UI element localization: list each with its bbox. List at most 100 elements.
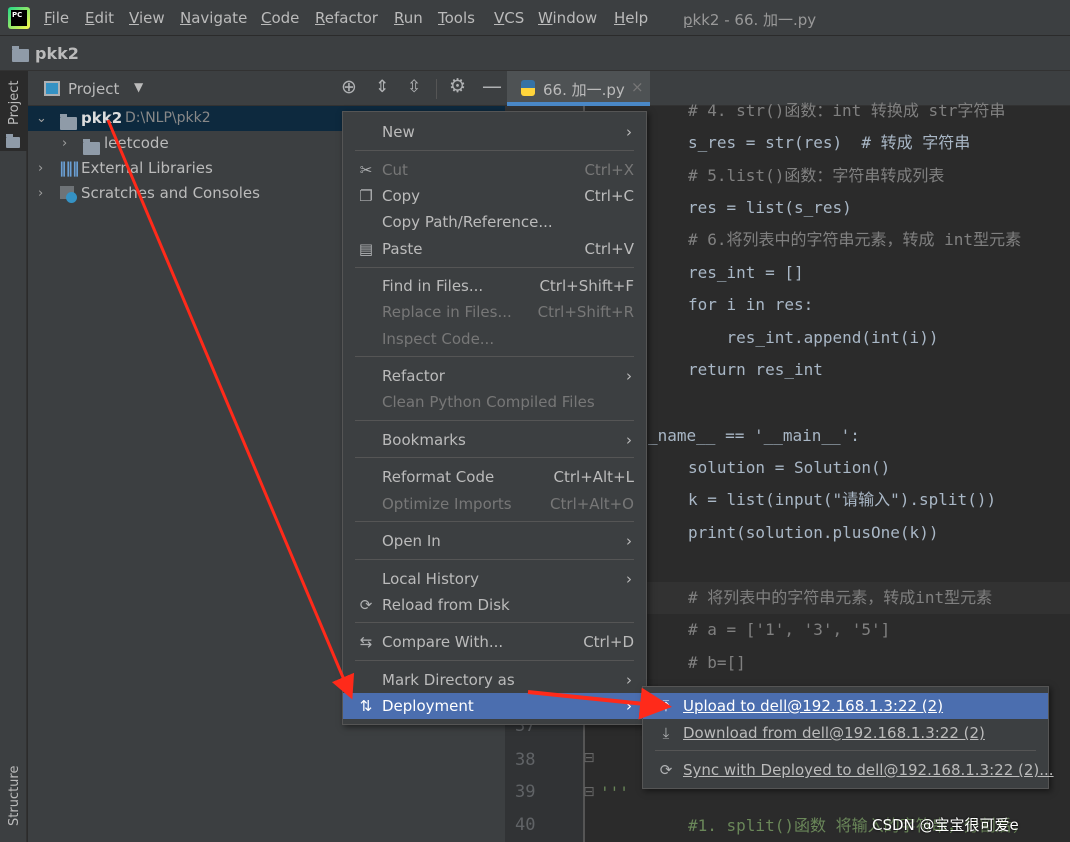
structure-tool-button[interactable]: Structure xyxy=(0,760,27,842)
menu-item-label: Reformat Code xyxy=(382,468,495,486)
code-line: print(solution.plusOne(k)) xyxy=(688,523,939,542)
menu-view[interactable]: View xyxy=(129,9,165,27)
menu-item-optimize-imports[interactable]: Optimize Imports Ctrl+Alt+O xyxy=(343,491,646,517)
code-line: res_int = [] xyxy=(688,263,804,282)
navigation-bar: pkk2 xyxy=(0,36,1070,71)
menu-item-clean-python-compiled-files[interactable]: Clean Python Compiled Files xyxy=(343,389,646,415)
tree-label: External Libraries xyxy=(81,159,213,177)
menu-refactor[interactable]: Refactor xyxy=(315,9,378,27)
code-line: s_res = str(res) # 转成 字符串 xyxy=(688,133,971,152)
close-icon[interactable]: × xyxy=(631,78,644,96)
shortcut-label: Ctrl+Shift+F xyxy=(539,277,634,295)
menu-item-bookmarks[interactable]: Bookmarks › xyxy=(343,427,646,453)
code-line: res = list(s_res) xyxy=(688,198,852,217)
project-tool-label: Project xyxy=(7,80,22,125)
tree-label: pkk2 xyxy=(81,109,123,127)
fold-icon[interactable]: ⊟ xyxy=(583,750,595,766)
upload-icon: ⤒ xyxy=(662,697,670,715)
project-view-selector[interactable]: Project xyxy=(68,80,119,98)
tree-label: leetcode xyxy=(104,134,169,152)
project-view-icon xyxy=(44,81,60,96)
menu-help[interactable]: Help xyxy=(614,9,648,27)
menu-item-label: Upload to dell@192.168.1.3:22 (2) xyxy=(683,697,944,715)
menu-item-new[interactable]: New › xyxy=(343,119,646,145)
reload-icon: ⟳ xyxy=(359,596,373,614)
menu-item-label: Inspect Code... xyxy=(382,330,495,348)
menu-file[interactable]: File xyxy=(44,9,69,27)
menu-item-label: Open In xyxy=(382,532,441,550)
menu-item-label: Reload from Disk xyxy=(382,596,510,614)
structure-tool-label: Structure xyxy=(7,765,22,826)
chevron-right-icon: › xyxy=(626,671,632,689)
tab-66-py[interactable]: 66. 加一.py × xyxy=(507,71,650,106)
menu-item-label: Deployment xyxy=(382,697,474,715)
menu-item-label: Cut xyxy=(382,161,408,179)
gear-icon[interactable]: ⚙ xyxy=(449,75,466,97)
menu-code[interactable]: Code xyxy=(261,9,299,27)
menu-item-copy[interactable]: ❐ Copy Ctrl+C xyxy=(343,183,646,209)
menu-navigate[interactable]: Navigate xyxy=(180,9,247,27)
locate-icon[interactable]: ⊕ xyxy=(341,76,357,98)
divider xyxy=(436,79,437,99)
menu-item-label: Replace in Files... xyxy=(382,303,512,321)
shortcut-label: Ctrl+Alt+O xyxy=(550,495,634,513)
menu-item-label: Download from dell@192.168.1.3:22 (2) xyxy=(683,724,985,742)
chevron-right-icon: › xyxy=(626,532,632,550)
paste-icon: ▤ xyxy=(358,240,374,258)
collapse-all-icon[interactable]: ⇳ xyxy=(407,77,421,97)
menu-separator xyxy=(355,267,634,268)
breadcrumb-project[interactable]: pkk2 xyxy=(35,44,79,63)
menu-item-sync-with-deployed-to-dell-192-168-1-3-22-2[interactable]: ⟳ Sync with Deployed to dell@192.168.1.3:… xyxy=(643,757,1054,783)
menu-vcs[interactable]: VCS xyxy=(494,9,524,27)
menu-item-reload-from-disk[interactable]: ⟳ Reload from Disk xyxy=(343,592,646,618)
menu-run[interactable]: Run xyxy=(394,9,423,27)
menu-item-refactor[interactable]: Refactor › xyxy=(343,363,646,389)
menu-item-compare-with[interactable]: ⇆ Compare With... Ctrl+D xyxy=(343,629,646,655)
menu-item-paste[interactable]: ▤ Paste Ctrl+V xyxy=(343,236,646,262)
menu-item-local-history[interactable]: Local History › xyxy=(343,566,646,592)
code-line: # 4. str()函数：int 转换成 str字符串 xyxy=(688,101,1006,120)
menu-separator xyxy=(355,457,634,458)
menu-item-label: Copy Path/Reference... xyxy=(382,213,553,231)
menu-item-label: Refactor xyxy=(382,367,445,385)
code-line: _name__ == '__main__': xyxy=(648,426,860,445)
compare-icon: ⇆ xyxy=(359,633,373,651)
project-panel-header: Project ▼ ⊕ ⇕ ⇳ ⚙ — xyxy=(28,71,505,106)
chevron-down-icon[interactable]: ▼ xyxy=(134,80,143,94)
tree-label: Scratches and Consoles xyxy=(81,184,260,202)
line-number: 38 xyxy=(515,750,536,770)
menu-tools[interactable]: Tools xyxy=(438,9,475,27)
expand-all-icon[interactable]: ⇕ xyxy=(375,77,389,97)
left-tool-strip xyxy=(0,71,27,842)
menu-item-cut[interactable]: ✂ Cut Ctrl+X xyxy=(343,157,646,183)
chevron-right-icon: › xyxy=(626,431,632,449)
menu-item-label: Optimize Imports xyxy=(382,495,512,513)
menu-window[interactable]: Window xyxy=(538,9,597,27)
menu-item-label: Clean Python Compiled Files xyxy=(382,393,595,411)
menu-item-label: Compare With... xyxy=(382,633,504,651)
menu-item-mark-directory-as[interactable]: Mark Directory as › xyxy=(343,667,646,693)
project-tool-button[interactable]: Project xyxy=(0,71,27,151)
chevron-right-icon: › xyxy=(626,570,632,588)
folder-icon xyxy=(60,114,77,130)
menu-bar: PC File Edit View Navigate Code Refactor… xyxy=(0,0,1070,36)
code-line: # 6.将列表中的字符串元素，转成 int型元素 xyxy=(688,230,1022,249)
code-line: # b=[] xyxy=(688,653,746,672)
hide-icon[interactable]: — xyxy=(482,74,502,98)
download-icon: ⤓ xyxy=(662,724,670,742)
menu-item-inspect-code[interactable]: Inspect Code... xyxy=(343,326,646,352)
menu-item-label: Copy xyxy=(382,187,421,205)
chevron-right-icon: › xyxy=(626,697,632,715)
menu-item-replace-in-files[interactable]: Replace in Files... Ctrl+Shift+R xyxy=(343,299,646,325)
menu-item-deployment[interactable]: ⇅ Deployment › xyxy=(343,693,646,719)
menu-item-find-in-files[interactable]: Find in Files... Ctrl+Shift+F xyxy=(343,273,646,299)
menu-item-download-from-dell-192-168-1-3-22-2[interactable]: ⤓ Download from dell@192.168.1.3:22 (2) xyxy=(643,720,1048,746)
fold-icon[interactable]: ⊟ xyxy=(583,784,595,800)
watermark: CSDN @宝宝很可爱e xyxy=(872,816,1019,834)
menu-item-label: Paste xyxy=(382,240,423,258)
menu-item-open-in[interactable]: Open In › xyxy=(343,528,646,554)
menu-item-reformat-code[interactable]: Reformat Code Ctrl+Alt+L xyxy=(343,464,646,490)
menu-edit[interactable]: Edit xyxy=(85,9,114,27)
menu-item-copy-path-reference[interactable]: Copy Path/Reference... xyxy=(343,209,646,235)
menu-item-upload-to-dell-192-168-1-3-22-2[interactable]: ⤒ Upload to dell@192.168.1.3:22 (2) xyxy=(643,693,1048,719)
